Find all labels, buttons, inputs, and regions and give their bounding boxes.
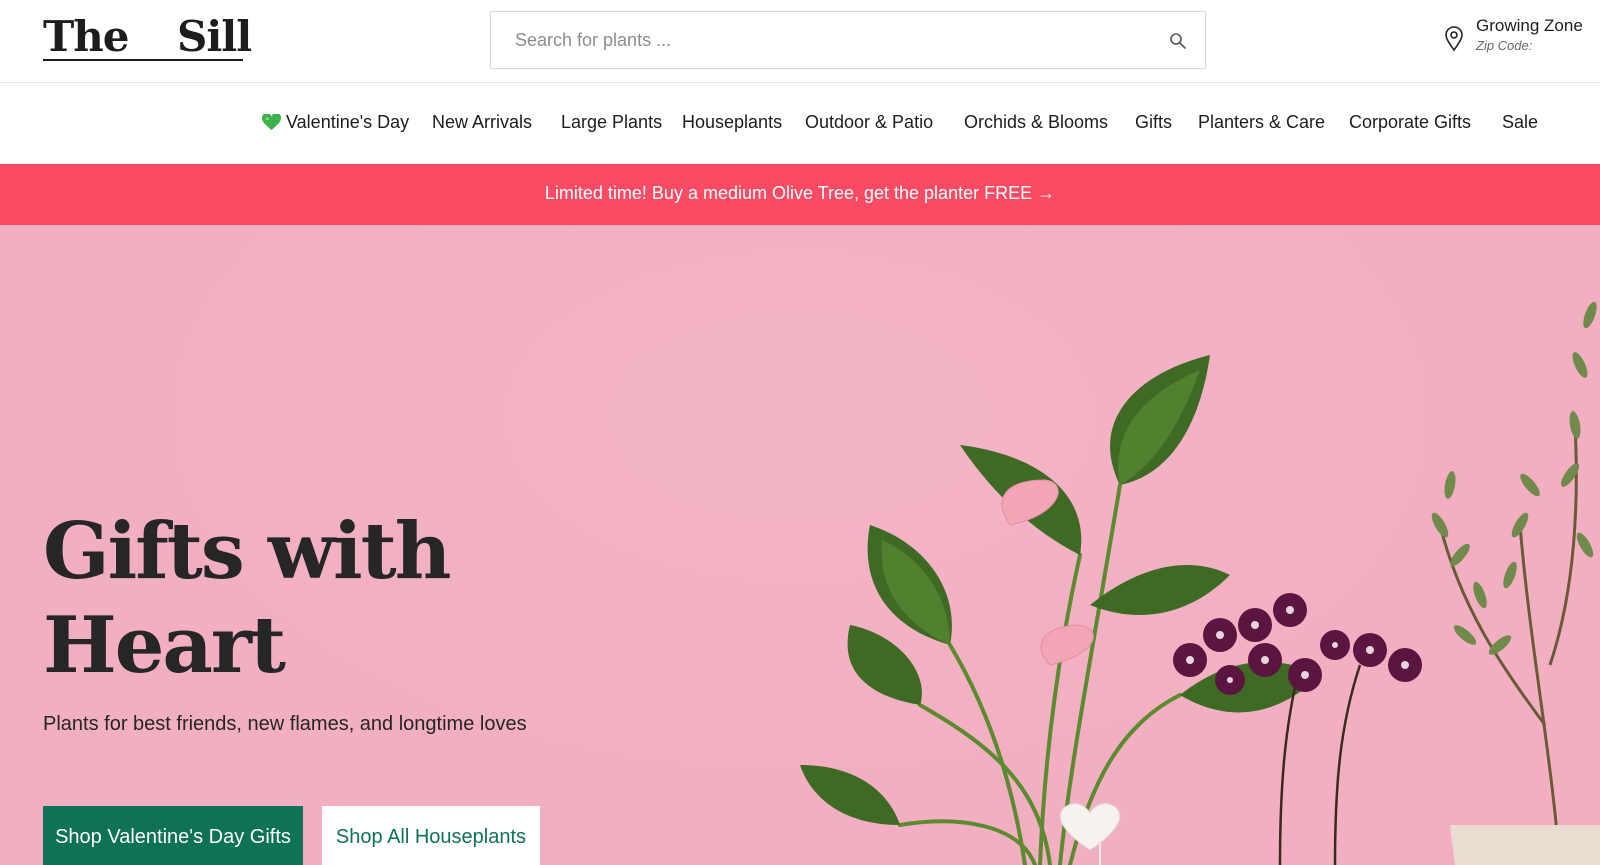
site-header: The Sill Growing Zone Zip Code: [0,0,1600,83]
logo-underline [43,59,243,61]
logo-word-the: The [43,12,130,61]
nav-item-planters-care[interactable]: Planters & Care [1198,112,1325,133]
search-icon[interactable] [1169,32,1187,50]
hero-title: Gifts with Heart [43,505,543,693]
search-input[interactable] [515,26,1135,54]
hero-title-line1: Gifts with [43,506,451,597]
location-pin-icon [1445,26,1463,52]
hero-section: Gifts with Heart Plants for best friends… [0,225,1600,865]
nav-item-gifts[interactable]: Gifts [1135,112,1172,133]
hero-title-line2: Heart [43,600,286,691]
growing-zone-title: Growing Zone [1476,16,1583,35]
promo-banner: Limited time! Buy a medium Olive Tree, g… [0,164,1600,225]
nav-item-sale[interactable]: Sale [1502,112,1538,133]
main-nav: Valentine's Day New Arrivals Large Plant… [0,84,1600,164]
nav-item-large-plants[interactable]: Large Plants [561,112,662,133]
shop-valentines-gifts-button[interactable]: Shop Valentine's Day Gifts [43,806,303,865]
logo-word-sill: Sill [177,12,252,61]
zip-code-label: Zip Code: [1476,38,1533,53]
nav-item-corporate-gifts[interactable]: Corporate Gifts [1349,112,1471,133]
hero-subtitle: Plants for best friends, new flames, and… [43,713,527,735]
green-heart-icon [262,114,281,131]
nav-item-orchids-blooms[interactable]: Orchids & Blooms [964,112,1108,133]
nav-item-new-arrivals[interactable]: New Arrivals [432,112,532,133]
shop-all-houseplants-button[interactable]: Shop All Houseplants [322,806,540,865]
nav-item-valentines-day[interactable]: Valentine's Day [286,112,409,133]
promo-link[interactable]: Limited time! Buy a medium Olive Tree, g… [545,183,1055,204]
search-box [490,11,1206,69]
nav-item-houseplants[interactable]: Houseplants [682,112,782,133]
logo[interactable]: The Sill [43,12,252,61]
growing-zone[interactable]: Growing Zone Zip Code: [1443,16,1595,62]
nav-item-outdoor-patio[interactable]: Outdoor & Patio [805,112,933,133]
hero-plants-image [800,301,1600,865]
